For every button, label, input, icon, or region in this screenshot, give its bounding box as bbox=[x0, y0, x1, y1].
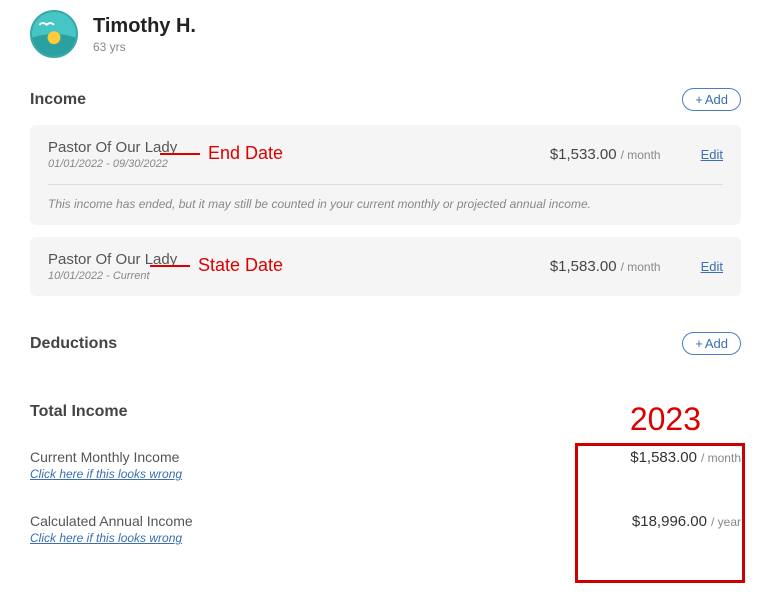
person-name: Timothy H. bbox=[93, 15, 196, 38]
income-name: Pastor Of Our Lady bbox=[48, 139, 550, 156]
income-ended-note: This income has ended, but it may still … bbox=[48, 184, 723, 211]
total-label: Calculated Annual Income bbox=[30, 513, 193, 529]
add-label: Add bbox=[705, 336, 728, 351]
total-label: Current Monthly Income bbox=[30, 449, 182, 465]
deductions-section-header: Deductions + Add bbox=[30, 332, 741, 355]
person-age: 63 yrs bbox=[93, 40, 196, 54]
income-dates: 01/01/2022 - 09/30/2022 bbox=[48, 158, 550, 170]
income-title: Income bbox=[30, 91, 86, 109]
annotation-start-date: State Date bbox=[198, 255, 283, 276]
income-amount: $1,533.00 bbox=[550, 146, 617, 163]
looks-wrong-link[interactable]: Click here if this looks wrong bbox=[30, 531, 182, 545]
edit-income-link[interactable]: Edit bbox=[701, 147, 723, 162]
income-period: / month bbox=[621, 260, 661, 274]
plus-icon: + bbox=[695, 92, 703, 107]
income-period: / month bbox=[621, 148, 661, 162]
annotation-end-date: End Date bbox=[208, 143, 283, 164]
avatar bbox=[30, 10, 78, 58]
annotation-line bbox=[150, 265, 190, 267]
annotation-year: 2023 bbox=[630, 401, 701, 438]
income-amount: $1,583.00 bbox=[550, 258, 617, 275]
income-item: Pastor Of Our Lady 10/01/2022 - Current … bbox=[30, 237, 741, 296]
income-item: Pastor Of Our Lady 01/01/2022 - 09/30/20… bbox=[30, 125, 741, 225]
looks-wrong-link[interactable]: Click here if this looks wrong bbox=[30, 467, 182, 481]
income-name: Pastor Of Our Lady bbox=[48, 251, 550, 268]
annotation-line bbox=[160, 153, 200, 155]
add-label: Add bbox=[705, 92, 728, 107]
income-section-header: Income + Add bbox=[30, 88, 741, 111]
person-header: Timothy H. 63 yrs bbox=[30, 10, 741, 58]
annotation-box bbox=[575, 443, 745, 583]
plus-icon: + bbox=[695, 336, 703, 351]
add-deduction-button[interactable]: + Add bbox=[682, 332, 741, 355]
income-dates: 10/01/2022 - Current bbox=[48, 270, 550, 282]
edit-income-link[interactable]: Edit bbox=[701, 259, 723, 274]
deductions-title: Deductions bbox=[30, 335, 117, 353]
add-income-button[interactable]: + Add bbox=[682, 88, 741, 111]
